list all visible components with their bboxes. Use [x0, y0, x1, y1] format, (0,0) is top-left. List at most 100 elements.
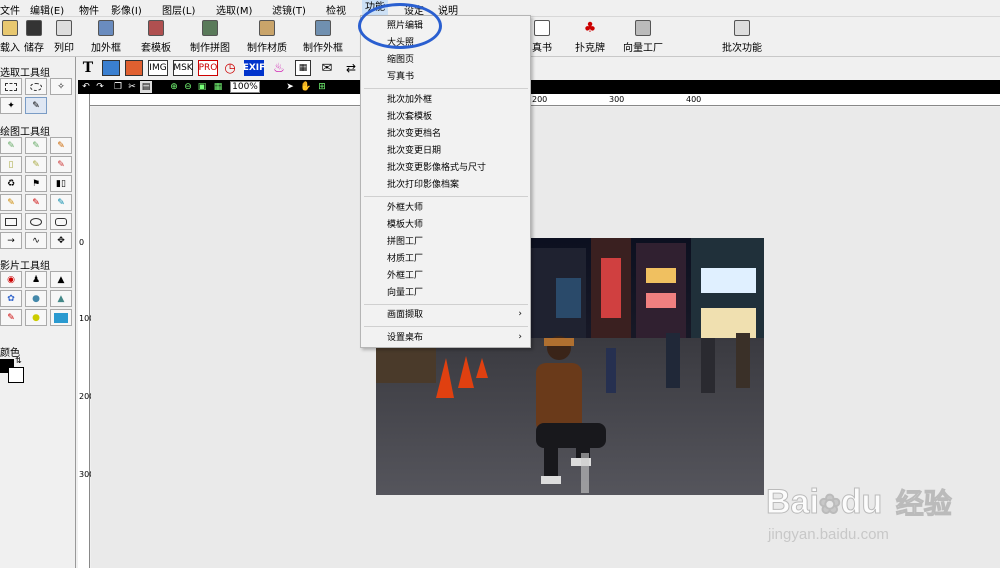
view-bar: ↶ ↷ ❐ ✂ ▤ ⊕ ⊖ ▣ ▦ 100% ➤ ✋ ⊞ — [78, 80, 1000, 94]
apply-template-button[interactable]: 套模板 — [132, 20, 180, 56]
bottle-tool[interactable]: ▲ — [50, 271, 72, 288]
mask-button[interactable]: MSK — [173, 60, 193, 76]
menu-batch-template[interactable]: 批次套模板 — [387, 110, 432, 124]
background-color-swatch[interactable] — [8, 367, 24, 383]
ellipse-tool[interactable] — [25, 213, 47, 230]
move-tool[interactable]: ✥ — [50, 232, 72, 249]
menu-collage-factory[interactable]: 拼图工厂 — [387, 235, 423, 249]
menu-batch-add-frame[interactable]: 批次加外框 — [387, 93, 432, 107]
pointer-icon[interactable]: ➤ — [284, 81, 296, 93]
menu-select[interactable]: 选取(M) — [216, 2, 252, 17]
eraser-tool[interactable]: ▯ — [0, 156, 22, 173]
fill-tool[interactable]: ⚑ — [25, 175, 47, 192]
menu-frame-factory[interactable]: 外框工厂 — [387, 269, 423, 283]
airbrush-tool[interactable]: ✎ — [25, 137, 47, 154]
menu-file[interactable]: 文件 — [0, 2, 20, 17]
photo-icon[interactable] — [125, 60, 143, 76]
copy-icon[interactable]: ❐ — [112, 81, 124, 93]
smudge-tool[interactable]: ✎ — [25, 156, 47, 173]
add-icon[interactable]: ⊞ — [316, 81, 328, 93]
water-drop-tool[interactable]: ● — [25, 290, 47, 307]
pen-tool[interactable]: ✎ — [50, 137, 72, 154]
sharpen-icon: ▲ — [57, 293, 65, 304]
menu-batch-change-date[interactable]: 批次变更日期 — [387, 144, 441, 158]
gradient-tool[interactable]: ▮▯ — [50, 175, 72, 192]
vector-factory-button[interactable]: 向量工厂 — [619, 20, 667, 56]
sharpen-tool[interactable]: ▲ — [50, 290, 72, 307]
zoom-out-icon[interactable]: ⊖ — [182, 81, 194, 93]
frame-edit-tool[interactable] — [50, 309, 72, 326]
printer-icon — [56, 20, 72, 36]
menu-batch-print[interactable]: 批次打印影像档案 — [387, 178, 459, 192]
pro-button[interactable]: PRO — [198, 60, 218, 76]
swap-colors-icon[interactable]: ⇅ — [15, 356, 22, 365]
curve-tool[interactable]: ∿ — [25, 232, 47, 249]
hand-icon[interactable]: ✋ — [300, 81, 312, 93]
undo-icon[interactable]: ↶ — [80, 81, 92, 93]
make-texture-button[interactable]: 制作材质 — [243, 20, 291, 56]
magic-wand-tool[interactable]: ✦ — [0, 97, 22, 114]
select-brush-tool[interactable]: ✎ — [25, 97, 47, 114]
eyedropper-tool[interactable]: ✎ — [50, 194, 72, 211]
image-icon[interactable] — [102, 60, 120, 76]
airbrush-icon: ✎ — [32, 140, 40, 151]
zoom-level[interactable]: 100% — [230, 81, 260, 93]
pencil-tool[interactable]: ✎ — [0, 194, 22, 211]
rect-select-tool[interactable] — [0, 78, 22, 95]
menu-thumbnail-page[interactable]: 缩图页 — [387, 53, 414, 67]
menu-batch-rename[interactable]: 批次变更档名 — [387, 127, 441, 141]
fit-window-icon[interactable]: ▣ — [196, 81, 208, 93]
text-tool[interactable]: T — [80, 60, 96, 76]
menu-vector-factory[interactable]: 向量工厂 — [387, 286, 423, 300]
highlighter-tool[interactable]: ✎ — [50, 156, 72, 173]
exif-button[interactable]: EXIF — [243, 60, 265, 76]
actual-size-icon[interactable]: ▦ — [212, 81, 224, 93]
highlight-annotation-circle — [358, 3, 442, 49]
menu-image[interactable]: 影像(I) — [111, 2, 142, 17]
make-frame-button[interactable]: 制作外框 — [299, 20, 347, 56]
menu-edit[interactable]: 编辑(E) — [30, 2, 64, 17]
clock-icon[interactable]: ◷ — [223, 60, 237, 76]
menu-texture-factory[interactable]: 材质工厂 — [387, 252, 423, 266]
people-tool[interactable]: ♟ — [25, 271, 47, 288]
cut-icon[interactable]: ✂ — [126, 81, 138, 93]
vruler-tick-0: 0 — [79, 238, 85, 247]
redo-icon[interactable]: ↷ — [94, 81, 106, 93]
stamp-tool[interactable]: ♻ — [0, 175, 22, 192]
menu-object[interactable]: 物件 — [79, 2, 99, 17]
menu-view[interactable]: 检视 — [326, 2, 346, 17]
bulb-tool[interactable]: ● — [25, 309, 47, 326]
poker-card-button[interactable]: ♣ 扑克牌 — [566, 20, 614, 56]
line-tool[interactable]: → — [0, 232, 22, 249]
red-brush-tool[interactable]: ✎ — [0, 309, 22, 326]
menu-frame-master[interactable]: 外框大师 — [387, 201, 423, 215]
menu-set-wallpaper[interactable]: 设置桌布 — [387, 331, 423, 345]
menu-template-master[interactable]: 模板大师 — [387, 218, 423, 232]
calendar-icon[interactable]: ▦ — [295, 60, 311, 76]
gradient-icon: ▮▯ — [56, 178, 66, 189]
menu-screen-capture[interactable]: 画面撷取 — [387, 308, 423, 322]
menu-filter[interactable]: 滤镜(T) — [272, 2, 306, 17]
shuffle-icon[interactable]: ⇄ — [342, 60, 360, 76]
ellipse-select-tool[interactable] — [25, 78, 47, 95]
rounded-rect-tool[interactable] — [50, 213, 72, 230]
lasso-select-tool[interactable]: ✧ — [50, 78, 72, 95]
ruler-tick-400: 400 — [686, 95, 702, 104]
zoom-in-icon[interactable]: ⊕ — [168, 81, 180, 93]
rectangle-tool[interactable] — [0, 213, 22, 230]
paste-icon[interactable]: ▤ — [140, 81, 152, 93]
img-button[interactable]: IMG — [148, 60, 168, 76]
batch-function-button[interactable]: 批次功能 — [718, 20, 766, 56]
red-pen-tool[interactable]: ✎ — [25, 194, 47, 211]
print-button[interactable]: 列印 — [40, 20, 88, 56]
add-frame-button[interactable]: 加外框 — [82, 20, 130, 56]
speech-bubble-icon[interactable]: ✉ — [318, 60, 336, 76]
menu-batch-format-size[interactable]: 批次变更影像格式与尺寸 — [387, 161, 486, 175]
make-collage-button[interactable]: 制作拼图 — [186, 20, 234, 56]
menu-photo-book[interactable]: 写真书 — [387, 70, 414, 84]
menu-layer[interactable]: 图层(L) — [162, 2, 195, 17]
cake-icon[interactable]: ♨ — [270, 60, 288, 76]
brush-tool[interactable]: ✎ — [0, 137, 22, 154]
red-eye-tool[interactable]: ◉ — [0, 271, 22, 288]
clone-tool[interactable]: ✿ — [0, 290, 22, 307]
